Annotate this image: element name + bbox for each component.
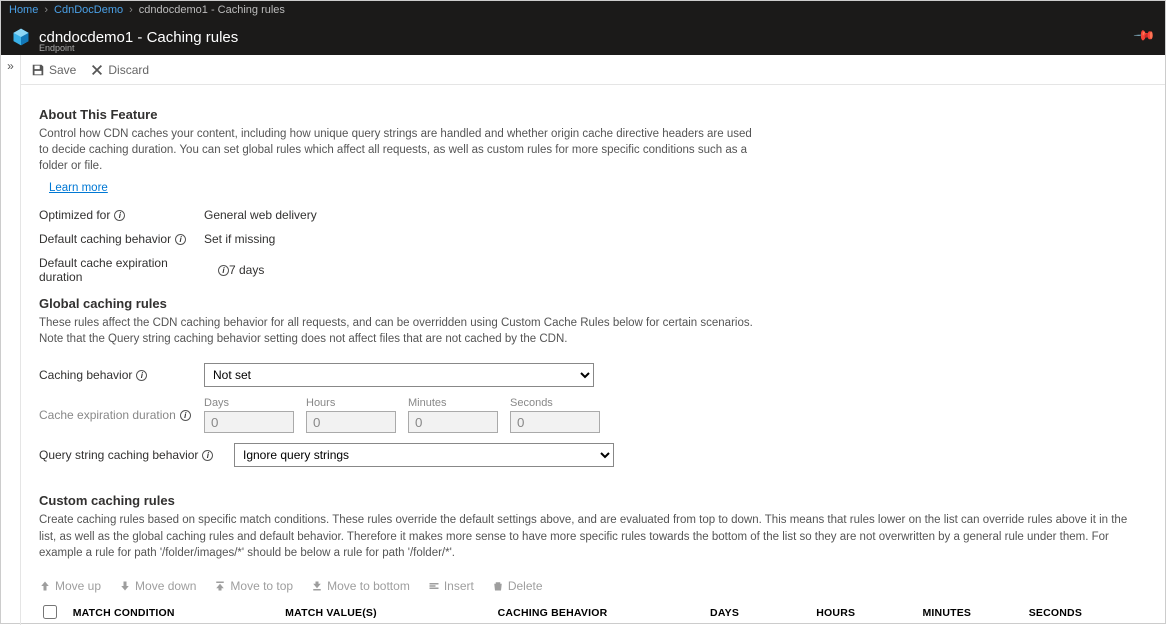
main-content: About This Feature Control how CDN cache… — [21, 85, 1165, 625]
chevron-right-icon: › — [44, 4, 48, 16]
breadcrumb-cdndocdemo[interactable]: CdnDocDemo — [54, 4, 123, 16]
page-header: cdndocdemo1 - Caching rules Endpoint 📌 — [1, 19, 1165, 55]
days-label: Days — [204, 397, 294, 409]
arrow-down-icon — [119, 580, 131, 592]
expand-sidebar-button[interactable]: » — [1, 55, 21, 625]
move-bottom-button[interactable]: Move to bottom — [311, 579, 410, 593]
custom-rules-description: Create caching rules based on specific m… — [39, 512, 1129, 560]
col-value: MATCH VALUE(S) — [281, 599, 493, 625]
qs-behavior-label: Query string caching behavior i — [39, 448, 234, 462]
col-days: DAYS — [706, 599, 812, 625]
save-icon — [31, 63, 45, 77]
days-input[interactable] — [204, 411, 294, 433]
command-bar: Save Discard — [21, 55, 1165, 85]
global-rules-description: These rules affect the CDN caching behav… — [39, 315, 759, 347]
minutes-label: Minutes — [408, 397, 498, 409]
breadcrumb-home[interactable]: Home — [9, 4, 38, 16]
global-rules-heading: Global caching rules — [39, 296, 1147, 311]
learn-more-link[interactable]: Learn more — [49, 182, 108, 194]
delete-button[interactable]: Delete — [492, 579, 543, 593]
arrow-bottom-icon — [311, 580, 323, 592]
minutes-input[interactable] — [408, 411, 498, 433]
info-icon[interactable]: i — [180, 410, 191, 421]
caching-behavior-label: Caching behavior i — [39, 368, 204, 382]
rules-table: MATCH CONDITION MATCH VALUE(S) CACHING B… — [39, 599, 1131, 625]
discard-button[interactable]: Discard — [90, 63, 149, 77]
breadcrumb: Home › CdnDocDemo › cdndocdemo1 - Cachin… — [1, 1, 1165, 19]
seconds-input[interactable] — [510, 411, 600, 433]
move-up-button[interactable]: Move up — [39, 579, 101, 593]
col-hours: HOURS — [812, 599, 918, 625]
delete-icon — [492, 580, 504, 592]
endpoint-icon — [11, 27, 31, 47]
default-expiration-label: Default cache expiration duration i — [39, 256, 229, 284]
seconds-label: Seconds — [510, 397, 600, 409]
optimized-for-label: Optimized for i — [39, 208, 204, 222]
move-top-button[interactable]: Move to top — [214, 579, 293, 593]
col-seconds: SECONDS — [1025, 599, 1131, 625]
arrow-top-icon — [214, 580, 226, 592]
chevron-right-icon: › — [129, 4, 133, 16]
default-behavior-value: Set if missing — [204, 232, 275, 246]
breadcrumb-current: cdndocdemo1 - Caching rules — [139, 4, 285, 16]
caching-behavior-select[interactable]: Not set — [204, 363, 594, 387]
default-expiration-value: 7 days — [229, 263, 264, 277]
move-down-button[interactable]: Move down — [119, 579, 196, 593]
about-heading: About This Feature — [39, 107, 1147, 122]
pin-icon[interactable]: 📌 — [1132, 23, 1156, 47]
page-subtitle: Endpoint — [39, 43, 75, 53]
info-icon[interactable]: i — [175, 234, 186, 245]
default-behavior-label: Default caching behavior i — [39, 232, 204, 246]
hours-input[interactable] — [306, 411, 396, 433]
insert-icon — [428, 580, 440, 592]
save-button[interactable]: Save — [31, 63, 76, 77]
select-all-checkbox[interactable] — [43, 605, 57, 619]
col-behavior: CACHING BEHAVIOR — [494, 599, 706, 625]
info-icon[interactable]: i — [218, 265, 229, 276]
cache-expiration-label: Cache expiration duration i — [39, 408, 204, 422]
info-icon[interactable]: i — [136, 370, 147, 381]
custom-rules-heading: Custom caching rules — [39, 493, 1147, 508]
info-icon[interactable]: i — [114, 210, 125, 221]
hours-label: Hours — [306, 397, 396, 409]
arrow-up-icon — [39, 580, 51, 592]
info-icon[interactable]: i — [202, 450, 213, 461]
col-match: MATCH CONDITION — [69, 599, 281, 625]
discard-icon — [90, 63, 104, 77]
about-description: Control how CDN caches your content, inc… — [39, 126, 759, 174]
col-minutes: MINUTES — [918, 599, 1024, 625]
rules-toolbar: Move up Move down Move to top Move to bo… — [39, 579, 1147, 593]
insert-button[interactable]: Insert — [428, 579, 474, 593]
qs-behavior-select[interactable]: Ignore query strings — [234, 443, 614, 467]
optimized-for-value: General web delivery — [204, 208, 317, 222]
